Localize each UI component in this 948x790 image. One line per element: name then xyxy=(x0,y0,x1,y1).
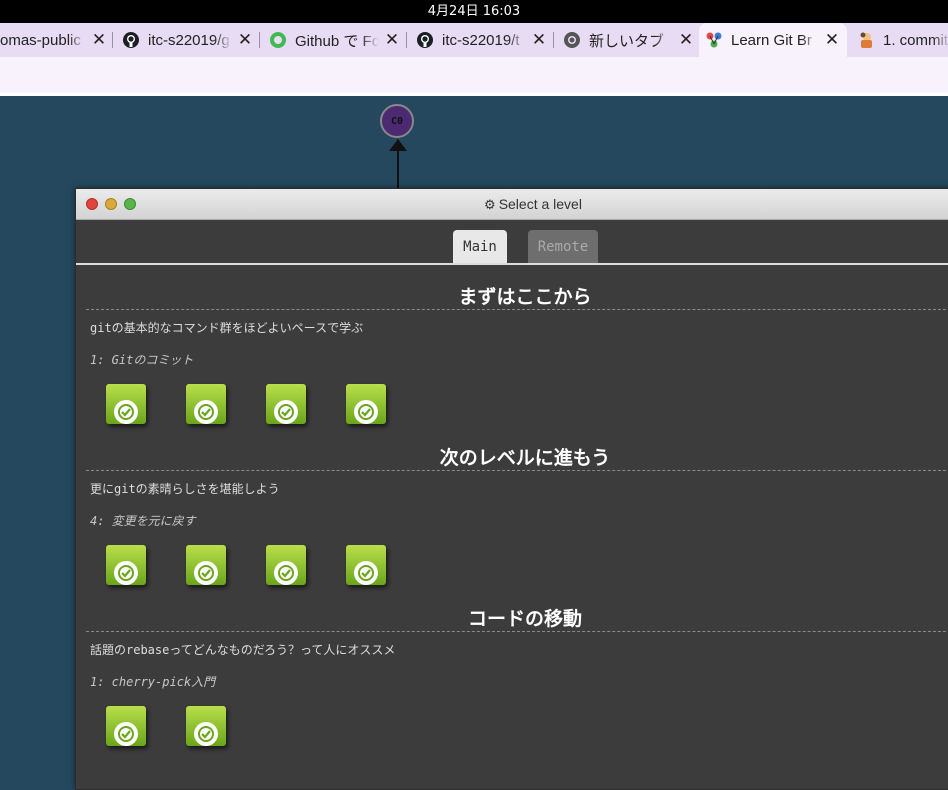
section-divider xyxy=(86,470,948,471)
gear-icon: ⚙ xyxy=(484,197,496,212)
tab-main[interactable]: Main xyxy=(453,230,507,263)
section-description: 更にgitの素晴らしさを堪能しよう xyxy=(90,482,280,496)
commit-node[interactable]: C0 xyxy=(380,104,414,138)
tab-title: omas-public xyxy=(0,31,86,49)
level-button[interactable] xyxy=(106,384,146,424)
tab-remote[interactable]: Remote xyxy=(528,230,598,263)
section-divider xyxy=(86,309,948,310)
level-button[interactable] xyxy=(266,545,306,585)
tab-title: 新しいタブ xyxy=(589,29,673,51)
checkmark-icon xyxy=(194,561,218,585)
browser-tab-1[interactable]: omas-public ✕ xyxy=(0,23,108,57)
github-icon xyxy=(122,31,140,49)
tab-title: Learn Git Br xyxy=(731,31,819,49)
modal-titlebar: ⚙ Select a level xyxy=(76,189,948,220)
section-divider xyxy=(86,631,948,632)
level-button[interactable] xyxy=(106,706,146,746)
section-title: 次のレベルに進もう xyxy=(439,447,611,469)
level-select-modal: ⚙ Select a level Main Remote まずはここから gitの… xyxy=(75,188,948,790)
learngit-icon xyxy=(705,31,723,49)
level-button[interactable] xyxy=(346,384,386,424)
checkmark-icon xyxy=(354,561,378,585)
checkmark-icon xyxy=(114,561,138,585)
browser-tab-6-active[interactable]: Learn Git Br ✕ xyxy=(699,23,847,57)
checkmark-icon xyxy=(274,400,298,424)
browser-tab-2[interactable]: itc-s22019/g ✕ xyxy=(116,23,254,57)
system-clock[interactable]: 4月24日 16:03 xyxy=(428,4,520,19)
checkmark-icon xyxy=(114,722,138,746)
checkmark-icon xyxy=(274,561,298,585)
browser-tab-5[interactable]: 新しいタブ ✕ xyxy=(557,23,695,57)
checkmark-icon xyxy=(354,400,378,424)
commit-arrow xyxy=(397,148,399,190)
level-button[interactable] xyxy=(186,384,226,424)
checkmark-icon xyxy=(114,400,138,424)
tab-title: Github で Fo xyxy=(295,29,379,51)
close-icon[interactable]: ✕ xyxy=(530,30,548,50)
chrome-icon xyxy=(563,31,581,49)
checkmark-icon xyxy=(194,400,218,424)
character-icon xyxy=(857,31,875,49)
commit-label: C0 xyxy=(390,115,404,127)
browser-tab-4[interactable]: itc-s22019/t ✕ xyxy=(410,23,548,57)
level-button[interactable] xyxy=(346,545,386,585)
checkmark-icon xyxy=(194,722,218,746)
modal-title: ⚙ Select a level xyxy=(76,189,948,219)
system-top-bar: 4月24日 16:03 xyxy=(0,0,948,23)
browser-tab-strip: omas-public ✕ itc-s22019/g ✕ Github で Fo… xyxy=(0,23,948,57)
section-description: 話題のrebaseってどんなものだろう？って人にオススメ xyxy=(90,643,396,657)
level-button[interactable] xyxy=(186,545,226,585)
green-circle-icon xyxy=(269,31,287,49)
tab-title: itc-s22019/g xyxy=(148,31,232,49)
section-sublabel: 4: 変更を元に戻す xyxy=(90,514,196,528)
section-sublabel: 1: Gitのコミット xyxy=(90,353,194,367)
level-button[interactable] xyxy=(186,706,226,746)
section-description: gitの基本的なコマンド群をほどよいペースで学ぶ xyxy=(90,321,364,335)
section-title: コードの移動 xyxy=(467,608,582,630)
tab-title: 1. commit xyxy=(883,31,948,49)
close-icon[interactable]: ✕ xyxy=(383,30,401,50)
close-icon[interactable]: ✕ xyxy=(823,30,841,50)
close-icon[interactable]: ✕ xyxy=(90,30,108,50)
modal-title-text: Select a level xyxy=(498,196,582,212)
tab-title: itc-s22019/t xyxy=(442,31,526,49)
browser-toolbar xyxy=(0,57,948,93)
section-title: まずはここから xyxy=(458,286,592,308)
close-icon[interactable]: ✕ xyxy=(677,30,695,50)
level-button[interactable] xyxy=(106,545,146,585)
github-icon xyxy=(416,31,434,49)
browser-tab-7[interactable]: 1. commit xyxy=(851,23,948,57)
section-sublabel: 1: cherry-pick入門 xyxy=(90,675,216,689)
toolbar-divider xyxy=(0,93,948,96)
level-tabs: Main Remote xyxy=(76,219,948,265)
level-button[interactable] xyxy=(266,384,306,424)
browser-tab-3[interactable]: Github で Fo ✕ xyxy=(263,23,401,57)
close-icon[interactable]: ✕ xyxy=(236,30,254,50)
